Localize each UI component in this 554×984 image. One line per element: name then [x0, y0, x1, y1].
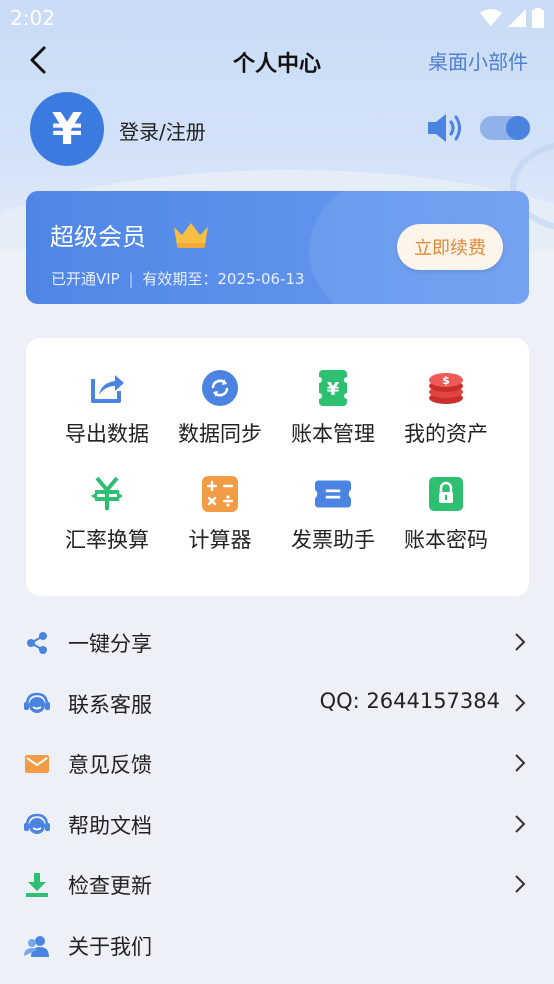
grid-item-assets[interactable]: $ 我的资产: [386, 370, 506, 460]
status-time: 2:02: [10, 6, 55, 30]
help-icon: [24, 812, 50, 838]
login-register-link[interactable]: 登录/注册: [119, 116, 206, 145]
battery-icon: [532, 8, 544, 28]
profile-section: ¥ 登录/注册: [30, 92, 530, 166]
grid-item-calculator[interactable]: 计算器: [160, 476, 280, 566]
vip-title: 超级会员: [50, 223, 146, 251]
customer-service-icon: [24, 691, 50, 717]
crown-icon: [172, 221, 210, 253]
sync-icon: [202, 370, 238, 406]
menu-item-share[interactable]: 一键分享: [0, 612, 554, 672]
grid-item-exchange-rate[interactable]: 汇率换算: [47, 476, 167, 566]
toggle-knob: [506, 116, 530, 140]
vip-expiry: 有效期至：2025-06-13: [142, 270, 305, 288]
calculator-icon: [202, 476, 238, 512]
grid-item-sync[interactable]: 数据同步: [160, 370, 280, 460]
menu-item-check-update[interactable]: 检查更新: [0, 854, 554, 914]
chevron-right-icon: [515, 815, 526, 833]
grid-item-ledger[interactable]: ¥ 账本管理: [273, 370, 393, 460]
chevron-right-icon: [515, 694, 526, 712]
svg-text:$: $: [442, 374, 450, 387]
mail-icon: [24, 751, 50, 777]
cell-signal-icon: [508, 9, 526, 27]
vip-status: 已开通VIP: [51, 270, 120, 288]
sound-toggle[interactable]: [480, 116, 530, 140]
menu-item-feedback[interactable]: 意见反馈: [0, 733, 554, 793]
desktop-widget-link[interactable]: 桌面小部件: [428, 46, 528, 75]
share-icon: [24, 630, 50, 656]
chevron-right-icon: [515, 875, 526, 893]
qq-number: QQ: 2644157384: [319, 689, 500, 713]
download-icon: [24, 872, 50, 898]
grid-item-export[interactable]: 导出数据: [47, 370, 167, 460]
assets-icon: $: [428, 370, 464, 406]
svg-text:¥: ¥: [327, 379, 340, 400]
wifi-icon: [480, 9, 502, 26]
avatar[interactable]: ¥: [30, 92, 104, 166]
exchange-rate-icon: [89, 476, 125, 512]
menu-item-about-us[interactable]: 关于我们: [0, 915, 554, 975]
ledger-icon: ¥: [315, 370, 351, 406]
menu-item-customer-service[interactable]: 联系客服 QQ: 2644157384: [0, 673, 554, 733]
app-header: 个人中心 桌面小部件: [0, 36, 554, 84]
invoice-icon: [315, 476, 351, 512]
feature-grid: 导出数据 数据同步 ¥ 账本管理 $ 我的资产 汇率换算 计算器 发票助手 账本…: [26, 338, 529, 596]
grid-item-ledger-password[interactable]: 账本密码: [386, 476, 506, 566]
export-icon: [89, 370, 125, 406]
yuan-icon: ¥: [51, 103, 83, 155]
speaker-icon[interactable]: [426, 112, 466, 148]
chevron-right-icon: [515, 633, 526, 651]
vip-card[interactable]: 超级会员 已开通VIP | 有效期至：2025-06-13 立即续费: [26, 191, 529, 304]
about-icon: [24, 933, 50, 959]
status-bar: 2:02: [0, 0, 554, 36]
vip-status-line: 已开通VIP | 有效期至：2025-06-13: [51, 268, 305, 289]
vip-divider: |: [128, 270, 134, 288]
renew-button[interactable]: 立即续费: [397, 224, 503, 270]
menu-item-help-docs[interactable]: 帮助文档: [0, 794, 554, 854]
lock-icon: [428, 476, 464, 512]
grid-item-invoice[interactable]: 发票助手: [273, 476, 393, 566]
chevron-right-icon: [515, 754, 526, 772]
